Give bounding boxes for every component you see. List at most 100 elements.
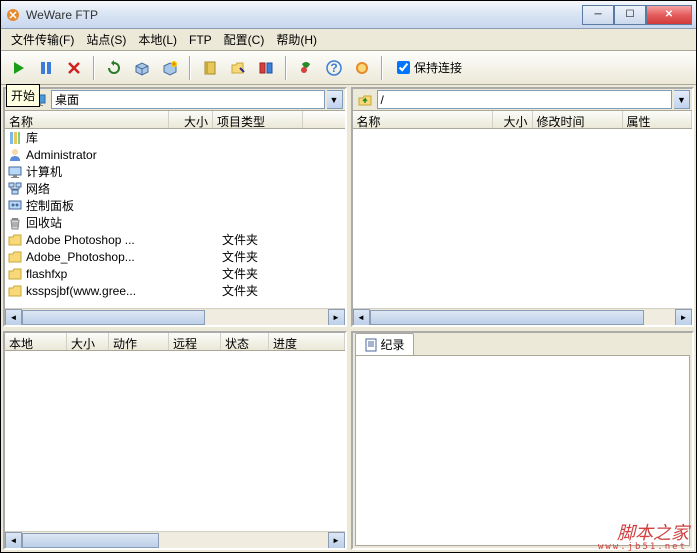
remote-hscroll[interactable]: ◄► xyxy=(353,308,693,325)
menu-local[interactable]: 本地(L) xyxy=(132,29,183,50)
file-icon xyxy=(7,232,23,248)
help-button[interactable]: ? xyxy=(321,55,347,81)
queue-pane: 本地 大小 动作 远程 状态 进度 ◄► xyxy=(3,331,347,550)
list-item[interactable]: flashfxp 文件夹 xyxy=(5,265,345,282)
col-action[interactable]: 动作 xyxy=(109,333,169,350)
keep-connection-label: 保持连接 xyxy=(414,59,462,76)
menu-sites[interactable]: 站点(S) xyxy=(80,29,132,50)
keep-connection-option[interactable]: 保持连接 xyxy=(397,59,462,76)
list-item[interactable]: Adobe_Photoshop... 文件夹 xyxy=(5,248,345,265)
toolbar: 开始 ? 保持连接 xyxy=(1,51,696,85)
col-size[interactable]: 大小 xyxy=(493,111,533,128)
log-textarea[interactable] xyxy=(355,355,691,546)
remote-path-input[interactable]: / xyxy=(377,90,673,109)
menu-ftp[interactable]: FTP xyxy=(183,31,218,49)
settings-button[interactable] xyxy=(293,55,319,81)
toolbar-separator xyxy=(93,56,95,80)
maximize-button[interactable]: ☐ xyxy=(614,5,646,25)
start-button[interactable]: 开始 xyxy=(5,55,31,81)
local-headers: 名称 大小 项目类型 xyxy=(5,111,345,129)
file-type: 文件夹 xyxy=(218,231,278,248)
menu-file-transfer[interactable]: 文件传输(F) xyxy=(5,29,80,50)
file-name: ksspsjbf(www.gree... xyxy=(26,284,184,298)
box-button[interactable] xyxy=(129,55,155,81)
col-local[interactable]: 本地 xyxy=(5,333,67,350)
list-item[interactable]: Adobe Photoshop ...文件夹 xyxy=(5,231,345,248)
col-size[interactable]: 大小 xyxy=(67,333,109,350)
toolbar-separator xyxy=(285,56,287,80)
file-name: 计算机 xyxy=(26,163,184,180)
file-name: Adobe_Photoshop... xyxy=(26,250,184,264)
log-icon xyxy=(364,338,378,352)
col-progress[interactable]: 进度 xyxy=(269,333,345,350)
remote-path-dropdown[interactable]: ▼ xyxy=(674,90,690,109)
file-icon xyxy=(7,266,23,282)
list-item[interactable]: ksspsjbf(www.gree... 文件夹 xyxy=(5,282,345,299)
remote-headers: 名称 大小 修改时间 属性 xyxy=(353,111,693,129)
file-name: flashfxp xyxy=(26,267,184,281)
list-item[interactable]: 库 xyxy=(5,129,345,146)
file-type: 文件夹 xyxy=(218,265,278,282)
new-box-button[interactable] xyxy=(157,55,183,81)
file-type: 文件夹 xyxy=(218,282,278,299)
menubar: 文件传输(F) 站点(S) 本地(L) FTP 配置(C) 帮助(H) xyxy=(1,29,696,51)
local-file-list[interactable]: 库 Administrator计算机网络控制面板回收站Adobe Photosho… xyxy=(5,129,345,308)
remote-file-list[interactable] xyxy=(353,129,693,308)
log-pane: 纪录 xyxy=(351,331,695,550)
list-item[interactable]: 网络 xyxy=(5,180,345,197)
toolbar-separator xyxy=(381,56,383,80)
log-tab[interactable]: 纪录 xyxy=(355,333,414,355)
col-size[interactable]: 大小 xyxy=(169,111,213,128)
keep-connection-checkbox[interactable] xyxy=(397,61,410,74)
col-status[interactable]: 状态 xyxy=(221,333,269,350)
menu-config[interactable]: 配置(C) xyxy=(218,29,271,50)
minimize-button[interactable]: ─ xyxy=(582,5,614,25)
file-name: 库 xyxy=(26,129,184,146)
file-icon xyxy=(7,215,23,231)
col-mtime[interactable]: 修改时间 xyxy=(533,111,623,128)
file-name: 回收站 xyxy=(26,214,184,231)
file-icon xyxy=(7,130,23,146)
col-remote[interactable]: 远程 xyxy=(169,333,221,350)
list-item[interactable]: 回收站 xyxy=(5,214,345,231)
col-name[interactable]: 名称 xyxy=(5,111,169,128)
file-icon xyxy=(7,198,23,214)
remote-pane: / ▼ 名称 大小 修改时间 属性 ◄► xyxy=(351,87,695,327)
file-icon xyxy=(7,147,23,163)
list-item[interactable]: 控制面板 xyxy=(5,197,345,214)
queue-hscroll[interactable]: ◄► xyxy=(5,531,345,548)
window-title: WeWare FTP xyxy=(26,8,582,22)
titlebar: WeWare FTP ─ ☐ ✕ xyxy=(1,1,696,29)
queue-headers: 本地 大小 动作 远程 状态 进度 xyxy=(5,333,345,351)
compare-button[interactable] xyxy=(253,55,279,81)
list-item[interactable]: Administrator xyxy=(5,146,345,163)
local-path-input[interactable]: 桌面 xyxy=(51,90,325,109)
menu-help[interactable]: 帮助(H) xyxy=(270,29,323,50)
stop-button[interactable] xyxy=(61,55,87,81)
col-type[interactable]: 项目类型 xyxy=(213,111,303,128)
tooltip-start: 开始 xyxy=(6,84,40,107)
refresh-button[interactable] xyxy=(101,55,127,81)
about-button[interactable] xyxy=(349,55,375,81)
file-icon xyxy=(7,164,23,180)
col-attr[interactable]: 属性 xyxy=(623,111,693,128)
file-icon xyxy=(7,181,23,197)
pause-button[interactable] xyxy=(33,55,59,81)
addressbook-button[interactable] xyxy=(197,55,223,81)
local-path-dropdown[interactable]: ▼ xyxy=(327,90,343,109)
queue-list[interactable] xyxy=(5,351,345,531)
folder-tool-button[interactable] xyxy=(225,55,251,81)
local-hscroll[interactable]: ◄► xyxy=(5,308,345,325)
file-icon xyxy=(7,249,23,265)
local-pane: 桌面 ▼ 名称 大小 项目类型 库 Administrator计算机网络控制面板回… xyxy=(3,87,347,327)
list-item[interactable]: 计算机 xyxy=(5,163,345,180)
remote-up-icon[interactable] xyxy=(355,90,375,110)
file-icon xyxy=(7,283,23,299)
file-name: Administrator xyxy=(26,148,184,162)
close-button[interactable]: ✕ xyxy=(646,5,692,25)
col-name[interactable]: 名称 xyxy=(353,111,493,128)
file-name: 控制面板 xyxy=(26,197,184,214)
file-name: 网络 xyxy=(26,180,184,197)
file-type: 文件夹 xyxy=(218,248,278,265)
svg-text:?: ? xyxy=(330,61,337,75)
